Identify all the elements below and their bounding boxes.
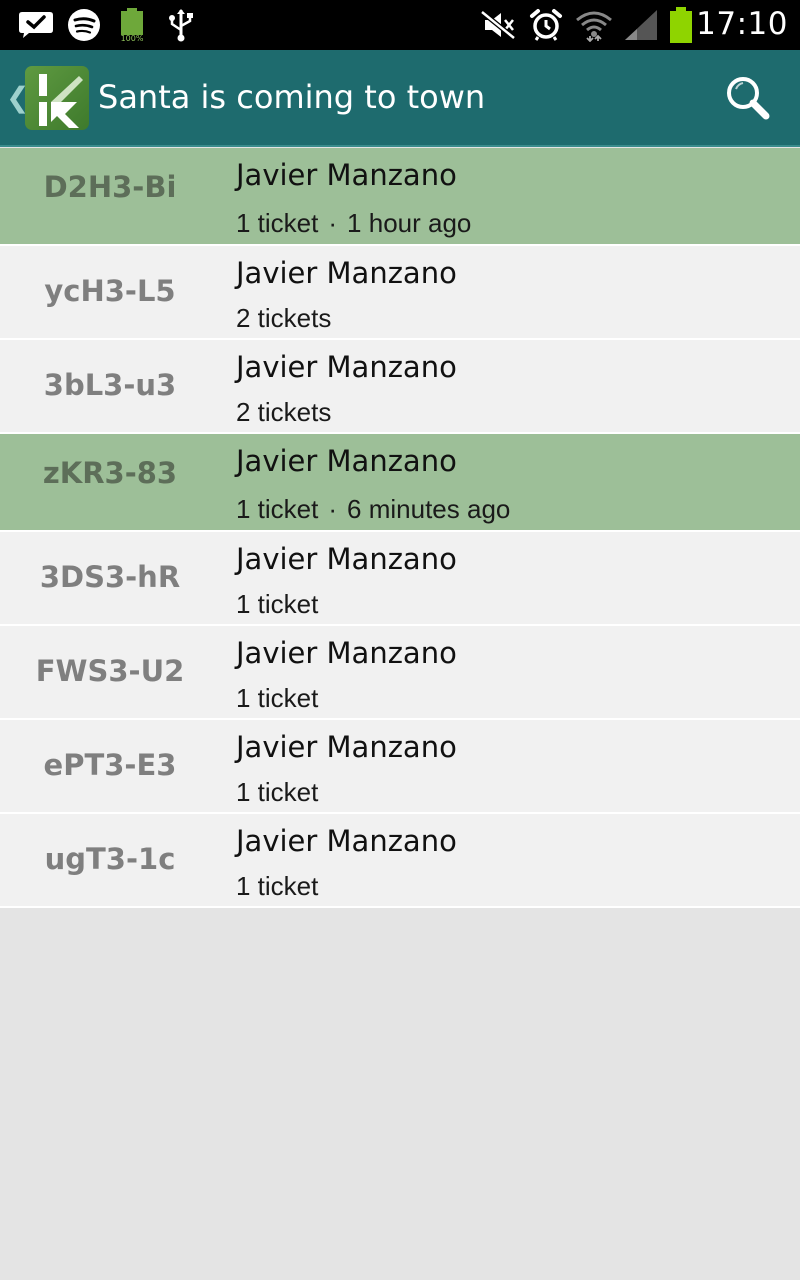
ticket-owner-name: Javier Manzano: [236, 350, 457, 384]
ticket-count: 1 ticket: [236, 777, 319, 807]
ticket-code: 3bL3-u3: [43, 368, 177, 402]
spotify-icon: [66, 8, 102, 42]
ticket-row[interactable]: ePT3-E3 Javier Manzano 1 ticket: [0, 720, 800, 814]
check-bubble-icon: [16, 8, 56, 42]
ticket-meta: 1 ticket: [236, 871, 318, 902]
ticket-row[interactable]: ycH3-L5 Javier Manzano 2 tickets: [0, 246, 800, 340]
ticket-count: 2 tickets: [236, 303, 332, 333]
ticket-count: 1 ticket: [236, 683, 319, 713]
ticket-code: D2H3-Bi: [43, 170, 177, 204]
ticket-list: D2H3-Bi Javier Manzano 1 ticket · 1 hour ago…: [0, 148, 800, 908]
ticket-count: 1 ticket: [236, 494, 319, 524]
ticket-row[interactable]: D2H3-Bi Javier Manzano 1 ticket · 1 hour ago: [0, 148, 800, 246]
ticket-meta: 1 ticket · 1 hour ago: [236, 208, 471, 239]
meta-separator: ·: [328, 208, 338, 238]
ticket-time: 6 minutes ago: [347, 494, 511, 524]
ticket-row[interactable]: FWS3-U2 Javier Manzano 1 ticket: [0, 626, 800, 720]
battery-full-small-icon: 100%: [116, 8, 148, 42]
ticket-code: ePT3-E3: [43, 748, 177, 782]
ticket-code: FWS3-U2: [35, 654, 185, 688]
ticket-meta: 1 ticket: [236, 683, 318, 714]
ticket-count: 1 ticket: [236, 208, 319, 238]
search-button[interactable]: [722, 72, 776, 126]
ticket-meta: 2 tickets: [236, 303, 331, 334]
ticket-owner-name: Javier Manzano: [236, 730, 457, 764]
battery-small-label: 100%: [121, 34, 144, 42]
ticket-count: 1 ticket: [236, 589, 319, 619]
ticket-row[interactable]: zKR3-83 Javier Manzano 1 ticket · 6 minutes …: [0, 434, 800, 532]
ticket-meta: 1 ticket · 6 minutes ago: [236, 494, 510, 525]
battery-icon: [668, 7, 694, 43]
ticket-row[interactable]: ugT3-1c Javier Manzano 1 ticket: [0, 814, 800, 908]
page-title: Santa is coming to town: [98, 78, 486, 116]
ticket-count: 2 tickets: [236, 397, 332, 427]
ticket-row[interactable]: 3bL3-u3 Javier Manzano 2 tickets: [0, 340, 800, 434]
ticket-owner-name: Javier Manzano: [236, 158, 457, 192]
usb-icon: [166, 8, 196, 42]
search-icon: [727, 77, 770, 120]
app-logo[interactable]: [25, 66, 89, 130]
ticket-owner-name: Javier Manzano: [236, 542, 457, 576]
action-bar: ❮ Santa is coming to town: [0, 50, 800, 147]
ticket-code: 3DS3-hR: [39, 560, 181, 594]
wifi-icon: [574, 8, 614, 42]
ticket-meta: 1 ticket: [236, 589, 318, 620]
status-bar: 100% 17:10: [0, 0, 800, 50]
mute-icon: [478, 8, 518, 42]
ticket-meta: 2 tickets: [236, 397, 331, 428]
ticket-owner-name: Javier Manzano: [236, 824, 457, 858]
clock-time: 17:10: [696, 6, 788, 42]
ticket-owner-name: Javier Manzano: [236, 444, 457, 478]
ticket-time: 1 hour ago: [347, 208, 472, 238]
ticket-code: zKR3-83: [42, 456, 178, 490]
ticket-owner-name: Javier Manzano: [236, 256, 457, 290]
signal-icon: [622, 8, 660, 42]
alarm-icon: [528, 8, 564, 42]
ticket-count: 1 ticket: [236, 871, 319, 901]
ticket-row[interactable]: 3DS3-hR Javier Manzano 1 ticket: [0, 532, 800, 626]
ticket-meta: 1 ticket: [236, 777, 318, 808]
ticket-code: ugT3-1c: [44, 842, 176, 876]
ticket-owner-name: Javier Manzano: [236, 636, 457, 670]
meta-separator: ·: [328, 494, 338, 524]
ticket-code: ycH3-L5: [44, 274, 176, 308]
